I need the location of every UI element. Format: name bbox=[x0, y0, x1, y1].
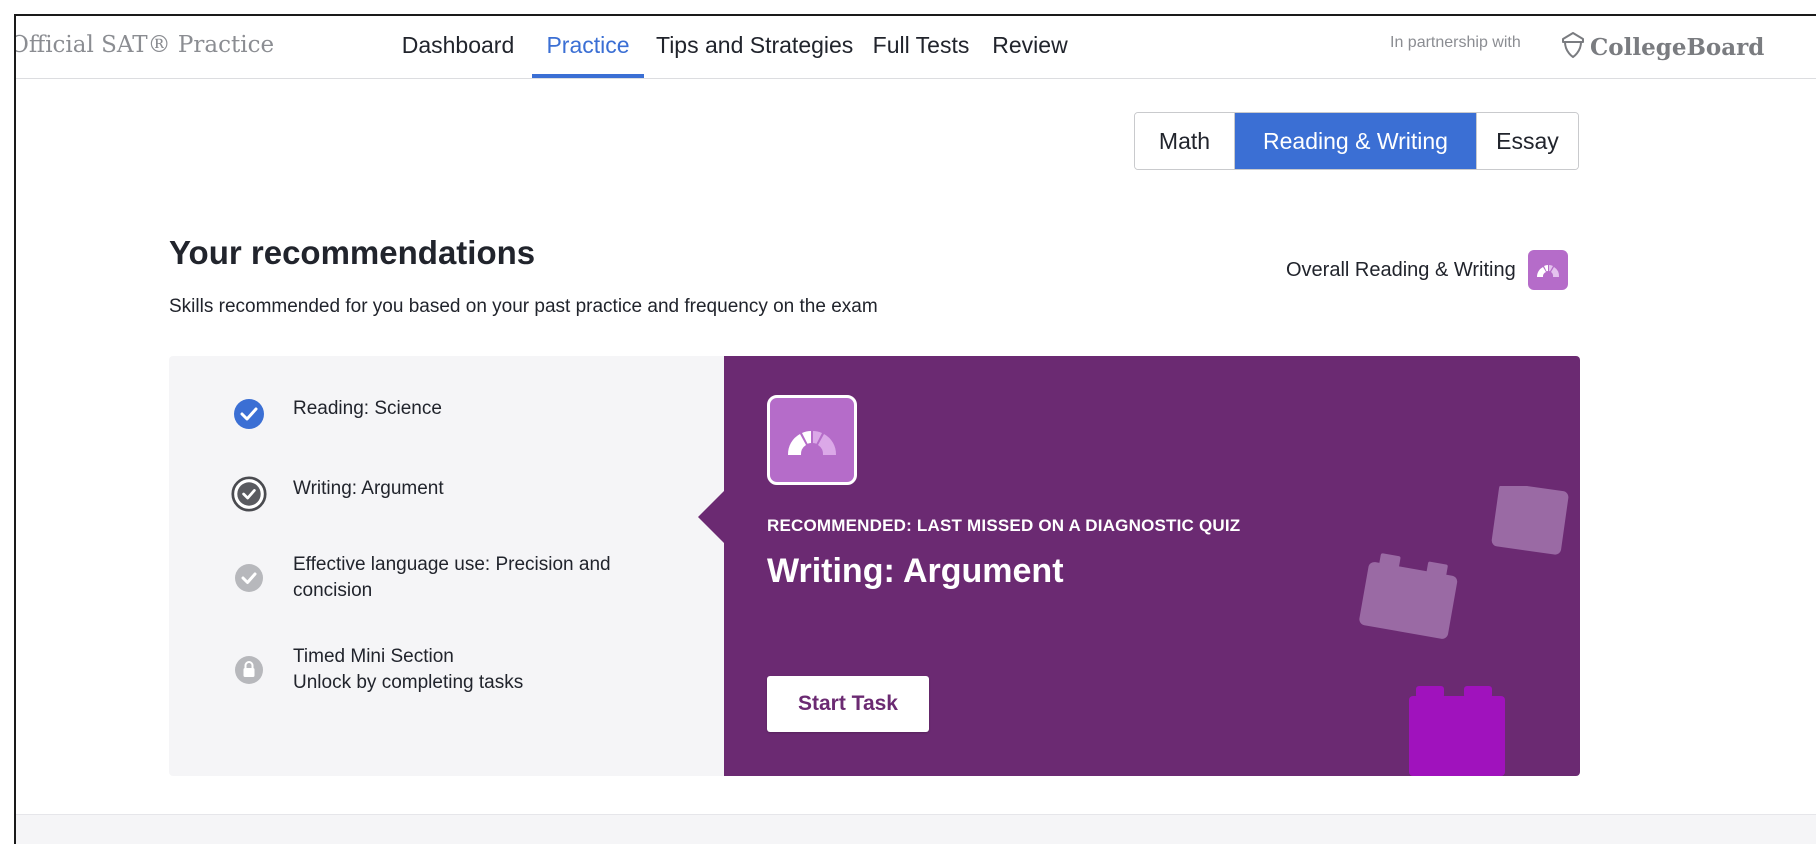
recommendations-title: Your recommendations bbox=[169, 234, 536, 271]
selected-task-panel: RECOMMENDED: LAST MISSED ON A DIAGNOSTIC… bbox=[698, 356, 1580, 776]
task-label: Effective language use: Precision and co… bbox=[293, 554, 611, 601]
subject-switcher: Math Reading & Writing Essay bbox=[1134, 112, 1579, 170]
nav-practice[interactable]: Practice bbox=[532, 16, 644, 78]
lock-icon bbox=[231, 652, 267, 688]
check-circle-blue-icon bbox=[231, 396, 267, 432]
task-effective-language-use[interactable]: Effective language use: Precision and co… bbox=[231, 552, 653, 604]
gauge-badge-icon bbox=[767, 395, 857, 485]
task-text-block: Timed Mini Section Unlock by completing … bbox=[293, 644, 523, 696]
subject-tab-reading-writing[interactable]: Reading & Writing bbox=[1235, 113, 1477, 169]
nav-review[interactable]: Review bbox=[988, 16, 1072, 78]
task-label: Timed Mini Section bbox=[293, 646, 454, 667]
top-navigation: Official SAT® Practice Dashboard Practic… bbox=[16, 16, 1816, 79]
nav-full-tests[interactable]: Full Tests bbox=[866, 16, 976, 78]
site-brand[interactable]: Official SAT® Practice bbox=[16, 32, 274, 58]
panel-pointer bbox=[698, 491, 724, 543]
check-circle-dark-icon bbox=[231, 476, 267, 512]
browser-viewport: Official SAT® Practice Dashboard Practic… bbox=[14, 14, 1816, 844]
task-timed-mini-section: Timed Mini Section Unlock by completing … bbox=[231, 644, 523, 696]
collegeboard-wordmark: CollegeBoard bbox=[1590, 33, 1765, 61]
start-task-button[interactable]: Start Task bbox=[767, 676, 929, 732]
recommendation-reason: RECOMMENDED: LAST MISSED ON A DIAGNOSTIC… bbox=[767, 516, 1241, 535]
subject-tab-math[interactable]: Math bbox=[1135, 113, 1235, 169]
subject-tab-essay[interactable]: Essay bbox=[1477, 113, 1578, 169]
recommendation-card: Reading: Science Writing: Argument Effec… bbox=[169, 356, 1580, 776]
overall-progress-link[interactable]: Overall Reading & Writing bbox=[1286, 250, 1568, 290]
nav-tips-and-strategies[interactable]: Tips and Strategies bbox=[656, 16, 853, 78]
recommendations-subtitle: Skills recommended for you based on your… bbox=[169, 296, 878, 317]
task-label: Reading: Science bbox=[293, 398, 442, 419]
task-list: Reading: Science Writing: Argument Effec… bbox=[169, 356, 724, 776]
overall-label: Overall Reading & Writing bbox=[1286, 258, 1516, 281]
gauge-icon bbox=[1527, 250, 1568, 290]
task-reading-science[interactable]: Reading: Science bbox=[231, 396, 442, 432]
task-sublabel: Unlock by completing tasks bbox=[293, 672, 524, 693]
task-writing-argument[interactable]: Writing: Argument bbox=[231, 476, 444, 512]
acorn-icon bbox=[1560, 30, 1586, 65]
footer-strip bbox=[16, 814, 1816, 844]
check-circle-gray-icon bbox=[231, 560, 267, 596]
collegeboard-logo[interactable]: CollegeBoard bbox=[1560, 30, 1764, 64]
task-label: Writing: Argument bbox=[293, 478, 444, 499]
nav-dashboard[interactable]: Dashboard bbox=[399, 16, 517, 78]
recommended-skill-title: Writing: Argument bbox=[767, 552, 1064, 590]
decorative-blocks-illustration bbox=[1359, 486, 1569, 776]
partner-text: In partnership with bbox=[1390, 34, 1521, 51]
